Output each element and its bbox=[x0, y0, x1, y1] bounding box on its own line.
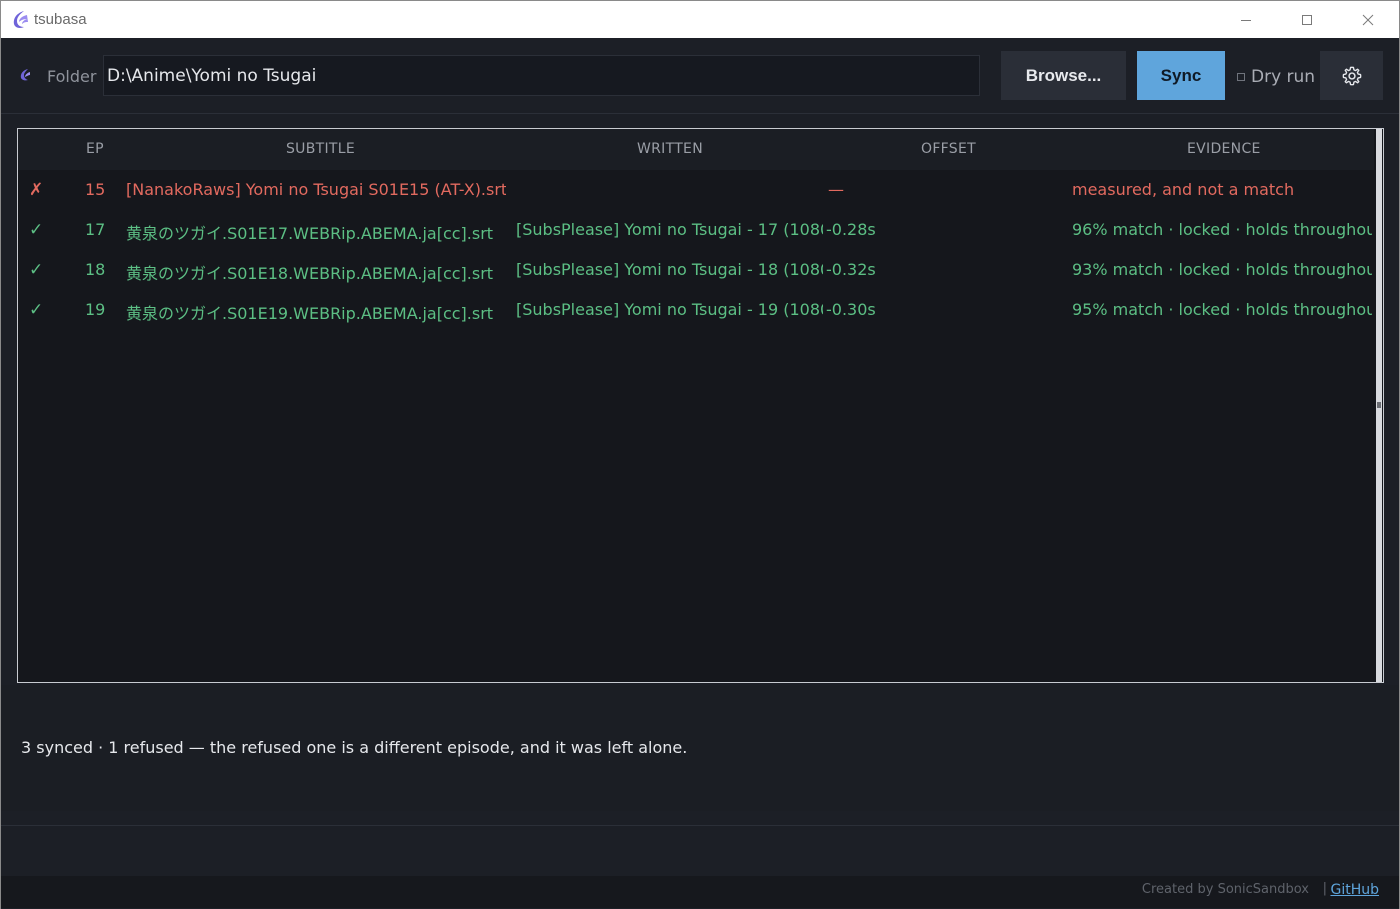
table-row[interactable]: ✓ 17 黄泉のツガイ.S01E17.WEBRip.ABEMA.ja[cc].s… bbox=[18, 210, 1374, 250]
table-header: EP SUBTITLE WRITTEN OFFSET EVIDENCE bbox=[18, 129, 1374, 170]
browse-button[interactable]: Browse... bbox=[1001, 51, 1126, 100]
folder-path-input[interactable] bbox=[103, 55, 980, 96]
table-scrollbar[interactable] bbox=[1376, 129, 1382, 682]
written-filename: [SubsPlease] Yomi no Tsugai - 18 (1080p bbox=[516, 260, 823, 279]
sync-button[interactable]: Sync bbox=[1137, 51, 1225, 100]
credit-text: Created by SonicSandbox bbox=[1141, 882, 1309, 897]
dry-run-checkbox[interactable] bbox=[1237, 73, 1245, 81]
status-panel: 3 synced · 1 refused — the refused one i… bbox=[1, 685, 1399, 811]
minimize-button[interactable] bbox=[1215, 1, 1277, 39]
footer: Created by SonicSandbox | GitHub bbox=[1, 876, 1399, 908]
subtitle-filename: 黄泉のツガイ.S01E19.WEBRip.ABEMA.ja[cc].srt bbox=[126, 304, 494, 323]
dry-run-toggle[interactable]: Dry run bbox=[1237, 67, 1315, 87]
evidence-text: measured, and not a match bbox=[1072, 180, 1295, 199]
close-button[interactable] bbox=[1337, 1, 1399, 39]
folder-logo-icon bbox=[20, 69, 30, 81]
scrollbar-thumb[interactable] bbox=[1377, 402, 1381, 408]
subtitle-filename: 黄泉のツガイ.S01E18.WEBRip.ABEMA.ja[cc].srt bbox=[126, 264, 494, 283]
offset-value: -0.32s bbox=[826, 260, 876, 279]
column-header-ep[interactable]: EP bbox=[86, 141, 104, 157]
table-row[interactable]: ✗ 15 [NanakoRaws] Yomi no Tsugai S01E15 … bbox=[18, 170, 1374, 210]
written-filename: [SubsPlease] Yomi no Tsugai - 19 (1080p bbox=[516, 300, 823, 319]
offset-value: — bbox=[828, 180, 844, 199]
refused-icon: ✗ bbox=[29, 180, 44, 200]
evidence-text: 95% match · locked · holds throughout bbox=[1072, 300, 1372, 319]
offset-value: -0.30s bbox=[826, 300, 876, 319]
episode-number: 17 bbox=[85, 220, 106, 239]
episode-number: 19 bbox=[85, 300, 106, 319]
maximize-icon bbox=[1302, 15, 1312, 25]
evidence-text: 93% match · locked · holds throughout bbox=[1072, 260, 1372, 279]
table-row[interactable]: ✓ 19 黄泉のツガイ.S01E19.WEBRip.ABEMA.ja[cc].s… bbox=[18, 290, 1374, 330]
footer-separator: | bbox=[1322, 881, 1327, 896]
subtitle-filename: [NanakoRaws] Yomi no Tsugai S01E15 (AT-X… bbox=[126, 180, 506, 199]
title-bar: tsubasa bbox=[0, 0, 1400, 38]
minimize-icon bbox=[1241, 20, 1251, 21]
maximize-button[interactable] bbox=[1276, 1, 1338, 39]
app-logo-icon bbox=[13, 11, 28, 28]
dry-run-label: Dry run bbox=[1251, 67, 1316, 87]
check-icon: ✓ bbox=[29, 220, 44, 240]
window-title: tsubasa bbox=[34, 11, 87, 28]
check-icon: ✓ bbox=[29, 300, 44, 320]
column-header-evidence[interactable]: EVIDENCE bbox=[1187, 141, 1261, 157]
settings-button[interactable] bbox=[1320, 51, 1383, 100]
episode-number: 15 bbox=[85, 180, 106, 199]
column-header-offset[interactable]: OFFSET bbox=[921, 141, 976, 157]
status-message: 3 synced · 1 refused — the refused one i… bbox=[21, 738, 688, 757]
close-icon bbox=[1362, 14, 1374, 26]
log-panel bbox=[1, 826, 1399, 876]
results-table: EP SUBTITLE WRITTEN OFFSET EVIDENCE ✗ 15… bbox=[17, 128, 1384, 683]
toolbar: Folder Browse... Sync Dry run bbox=[1, 38, 1399, 114]
check-icon: ✓ bbox=[29, 260, 44, 280]
evidence-text: 96% match · locked · holds throughout bbox=[1072, 220, 1372, 239]
table-body: ✗ 15 [NanakoRaws] Yomi no Tsugai S01E15 … bbox=[18, 170, 1374, 330]
offset-value: -0.28s bbox=[826, 220, 876, 239]
written-filename: [SubsPlease] Yomi no Tsugai - 17 (1080p bbox=[516, 220, 823, 239]
column-header-written[interactable]: WRITTEN bbox=[637, 141, 703, 157]
folder-label: Folder bbox=[47, 67, 97, 86]
gear-icon bbox=[1342, 66, 1361, 85]
episode-number: 18 bbox=[85, 260, 106, 279]
github-link[interactable]: GitHub bbox=[1330, 882, 1379, 898]
subtitle-filename: 黄泉のツガイ.S01E17.WEBRip.ABEMA.ja[cc].srt bbox=[126, 224, 494, 243]
table-row[interactable]: ✓ 18 黄泉のツガイ.S01E18.WEBRip.ABEMA.ja[cc].s… bbox=[18, 250, 1374, 290]
column-header-subtitle[interactable]: SUBTITLE bbox=[286, 141, 355, 157]
